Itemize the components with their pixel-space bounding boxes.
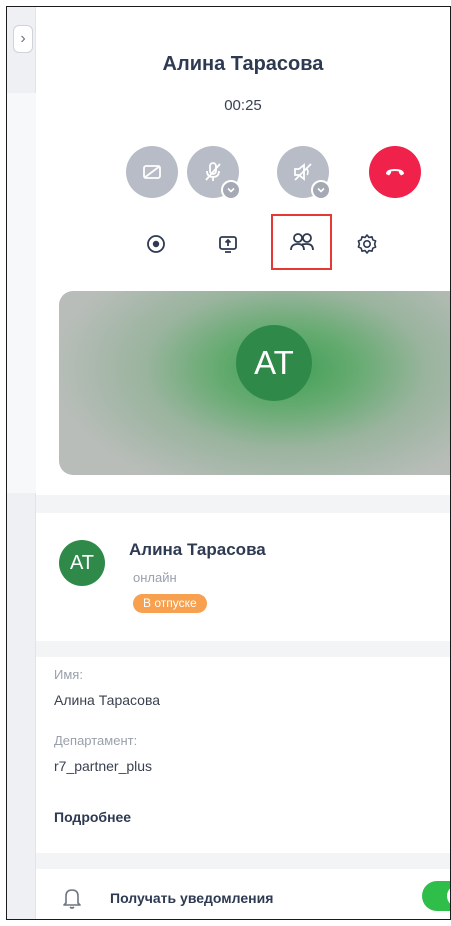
chevron-down-icon[interactable] (221, 180, 241, 200)
speaker-off-button[interactable] (277, 146, 331, 200)
call-timer: 00:25 (224, 97, 262, 114)
notifications-toggle[interactable] (422, 881, 450, 911)
participants-button[interactable] (271, 214, 332, 270)
settings-button[interactable] (353, 230, 381, 258)
bell-icon (63, 889, 81, 909)
notifications-row: Получать уведомления (36, 869, 450, 919)
call-window: › Алина Тарасова 00:25 AT AT Алина Тарас… (6, 6, 451, 920)
speaker-off-icon (294, 163, 312, 181)
profile-card: AT Алина Тарасова онлайн В отпуске (36, 513, 450, 641)
name-value: Алина Тарасова (54, 692, 161, 708)
gear-icon (357, 234, 377, 254)
status-badge: В отпуске (133, 594, 207, 613)
notifications-label: Получать уведомления (110, 890, 274, 906)
screen-share-icon (219, 236, 237, 253)
more-details-link[interactable]: Подробнее (54, 809, 131, 825)
expand-sidebar-button[interactable]: › (13, 25, 33, 53)
record-button[interactable] (142, 230, 170, 258)
video-tile: AT (59, 291, 450, 475)
profile-name: Алина Тарасова (129, 540, 266, 559)
side-strip: › (7, 7, 36, 919)
screen-share-button[interactable] (214, 230, 242, 258)
call-panel: Алина Тарасова 00:25 AT (36, 7, 450, 495)
department-label: Департамент: (54, 733, 138, 748)
chevron-down-icon[interactable] (311, 180, 331, 200)
camera-off-icon (143, 165, 161, 179)
toggle-knob (447, 885, 450, 907)
microphone-off-button[interactable] (187, 146, 241, 200)
department-value: r7_partner_plus (54, 758, 153, 774)
participants-icon (289, 233, 314, 251)
camera-off-button[interactable] (126, 146, 178, 198)
phone-hangup-icon (386, 169, 404, 176)
microphone-off-icon (205, 162, 221, 181)
hang-up-button[interactable] (369, 146, 421, 198)
record-icon (147, 235, 165, 253)
chevron-right-icon: › (20, 30, 26, 47)
avatar[interactable]: AT (59, 540, 105, 586)
presence-status: онлайн (133, 570, 177, 585)
video-avatar: AT (236, 325, 312, 401)
name-label: Имя: (54, 667, 83, 682)
caller-name: Алина Тарасова (162, 53, 324, 75)
contact-info: Имя: Алина Тарасова Департамент: r7_part… (36, 657, 450, 853)
